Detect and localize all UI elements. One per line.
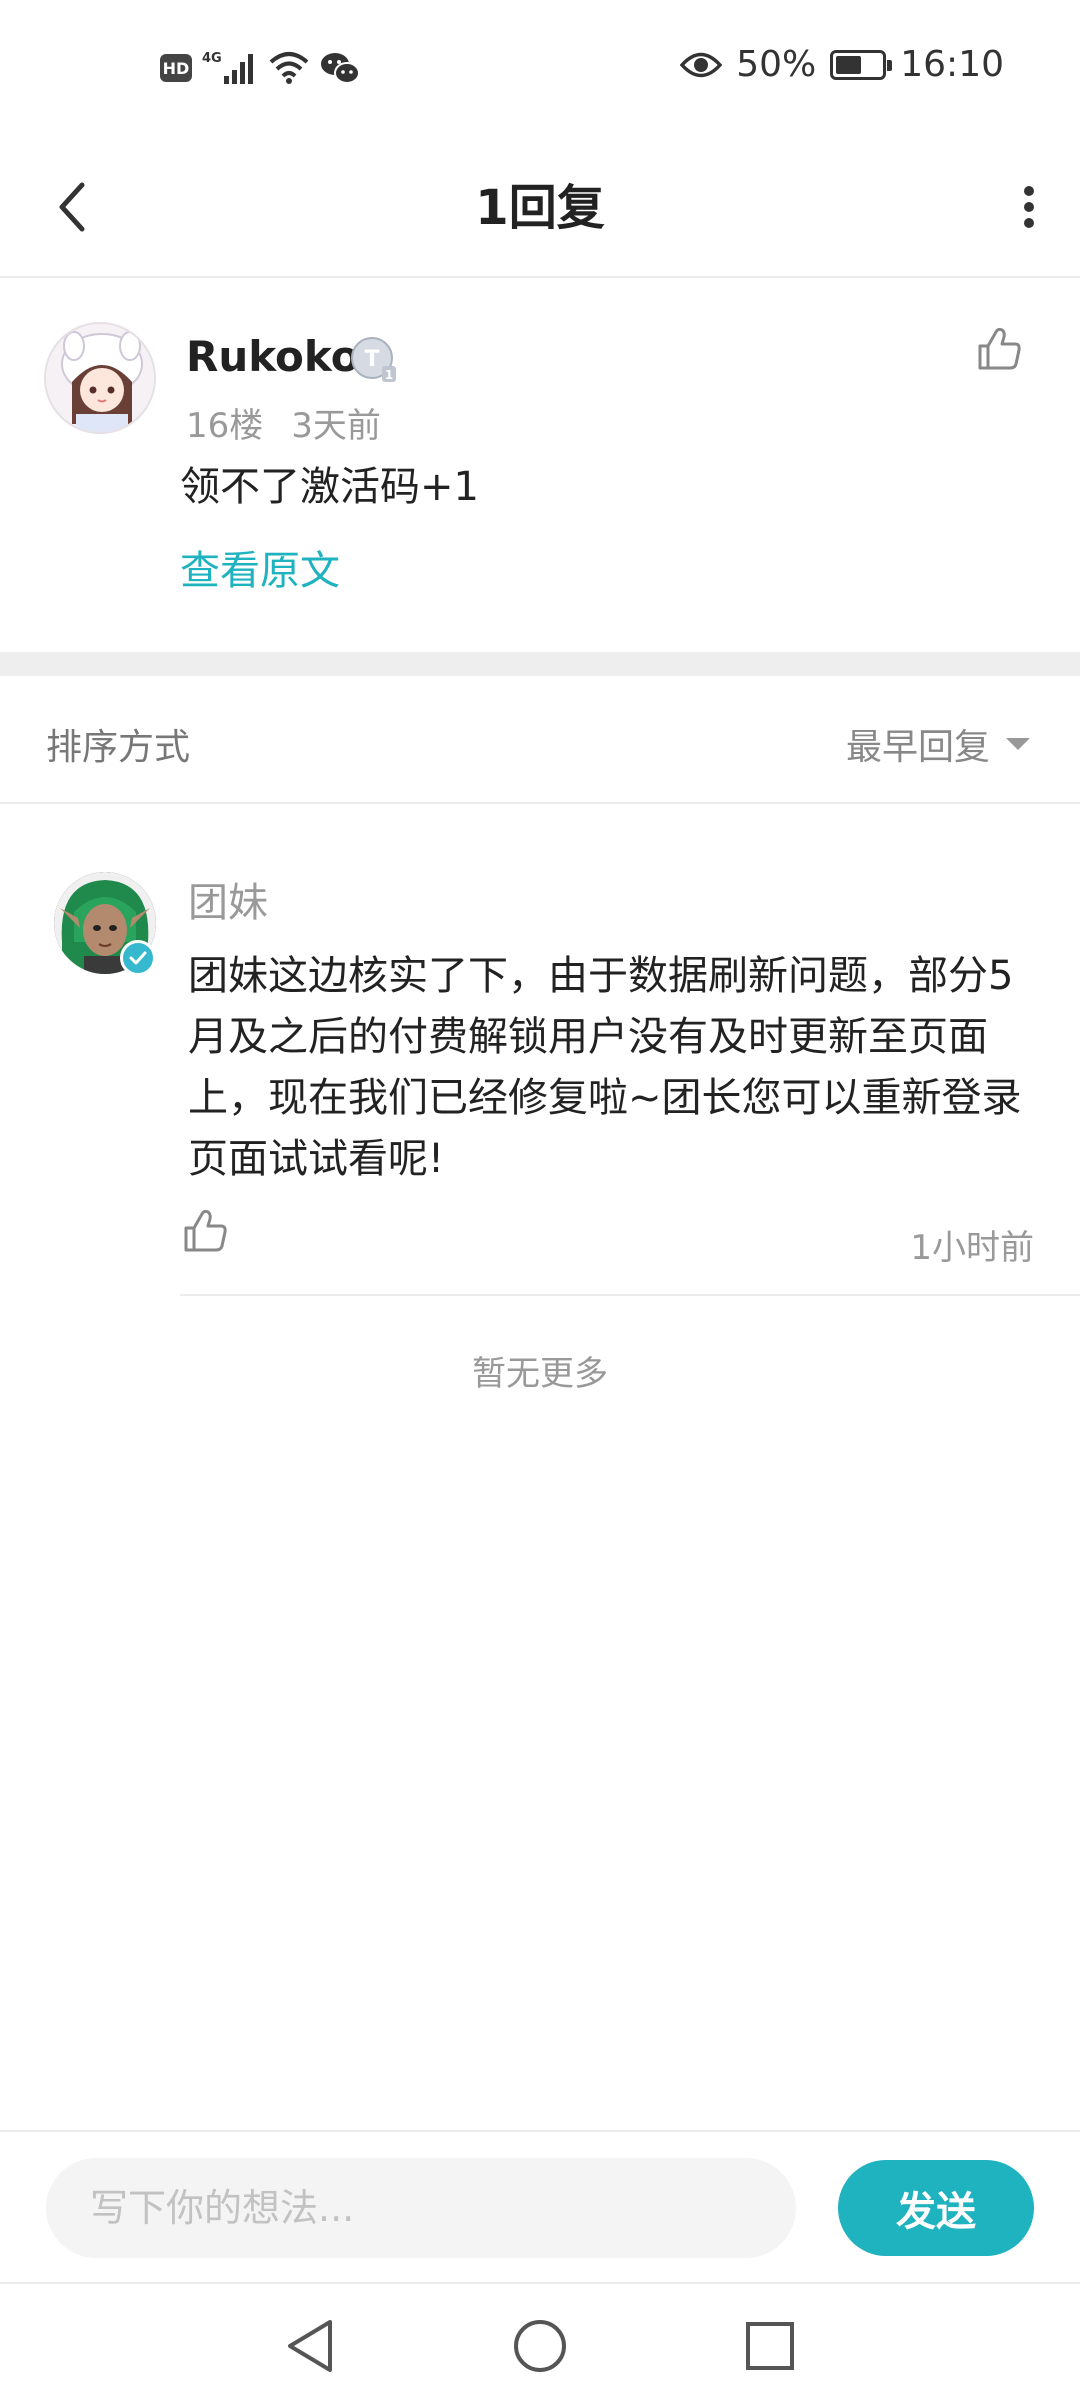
- reply-time: 1小时前: [910, 1228, 1034, 1268]
- nav-recents-button[interactable]: [730, 2306, 810, 2386]
- more-options-button[interactable]: [1002, 170, 1056, 244]
- reply-username[interactable]: 团妹: [188, 870, 268, 928]
- system-nav-bar: [0, 2282, 1080, 2400]
- status-bar: HD 4G 50% 16:10: [0, 0, 1080, 140]
- nav-home-button[interactable]: [500, 2306, 580, 2386]
- view-original-link[interactable]: 查看原文: [180, 538, 340, 596]
- reply-item: 团妹 团妹这边核实了下，由于数据刷新问题，部分5月及之后的付费解锁用户没有及时更…: [0, 806, 1080, 1296]
- post-time: 3天前: [291, 406, 381, 446]
- section-divider: [0, 652, 1080, 676]
- eye-icon: [680, 52, 723, 77]
- no-more-text: 暂无更多: [472, 1354, 608, 1394]
- comment-bar: 发送: [0, 2130, 1080, 2280]
- page-title: 1回复: [475, 180, 605, 236]
- post-username[interactable]: Rukoko: [186, 332, 360, 381]
- clock: 16:10: [900, 44, 1004, 85]
- battery-fill: [836, 55, 862, 74]
- status-left: HD 4G: [160, 48, 360, 88]
- circle-home-icon: [514, 2320, 566, 2372]
- wifi-icon: [269, 52, 309, 84]
- hd-icon: HD: [160, 54, 192, 82]
- header: 1回复: [0, 140, 1080, 278]
- status-right: 50% 16:10: [680, 44, 1004, 85]
- sort-label: 排序方式: [46, 727, 191, 768]
- svg-text:4G: 4G: [202, 51, 222, 66]
- original-post: Rukoko T 1 16楼 3天前 领不了激活码+1 查看原文: [0, 280, 1080, 652]
- sort-dropdown[interactable]: 最早回复: [846, 718, 1030, 770]
- triangle-back-icon: [288, 2320, 332, 2372]
- floor-number: 16楼: [186, 406, 264, 446]
- svg-text:1: 1: [385, 368, 393, 382]
- more-vertical-icon: [1024, 186, 1034, 228]
- post-meta: 16楼 3天前: [186, 398, 381, 447]
- avatar-image: [46, 324, 154, 432]
- reply-divider: [180, 1294, 1080, 1296]
- avatar[interactable]: [44, 322, 156, 434]
- square-recents-icon: [746, 2322, 794, 2370]
- post-content: 领不了激活码+1: [180, 464, 479, 510]
- wechat-icon: [321, 53, 360, 84]
- nav-back-button[interactable]: [270, 2306, 350, 2386]
- sort-row: 排序方式 最早回复: [0, 676, 1080, 804]
- battery-icon: [830, 49, 893, 80]
- signal-4g-icon: 4G: [202, 51, 253, 84]
- rank-badge-icon: T 1: [351, 337, 396, 382]
- thumbs-up-icon[interactable]: [180, 1206, 230, 1256]
- battery-percent: 50%: [736, 44, 817, 85]
- caret-down-icon: [1006, 738, 1030, 750]
- verified-badge-icon: [120, 940, 156, 976]
- reply-content: 团妹这边核实了下，由于数据刷新问题，部分5月及之后的付费解锁用户没有及时更新至页…: [188, 953, 1022, 1182]
- send-button[interactable]: 发送: [838, 2160, 1034, 2256]
- thumbs-up-icon[interactable]: [974, 324, 1024, 374]
- comment-input[interactable]: [46, 2158, 796, 2258]
- sort-value: 最早回复: [845, 727, 990, 768]
- svg-text:T: T: [364, 347, 379, 372]
